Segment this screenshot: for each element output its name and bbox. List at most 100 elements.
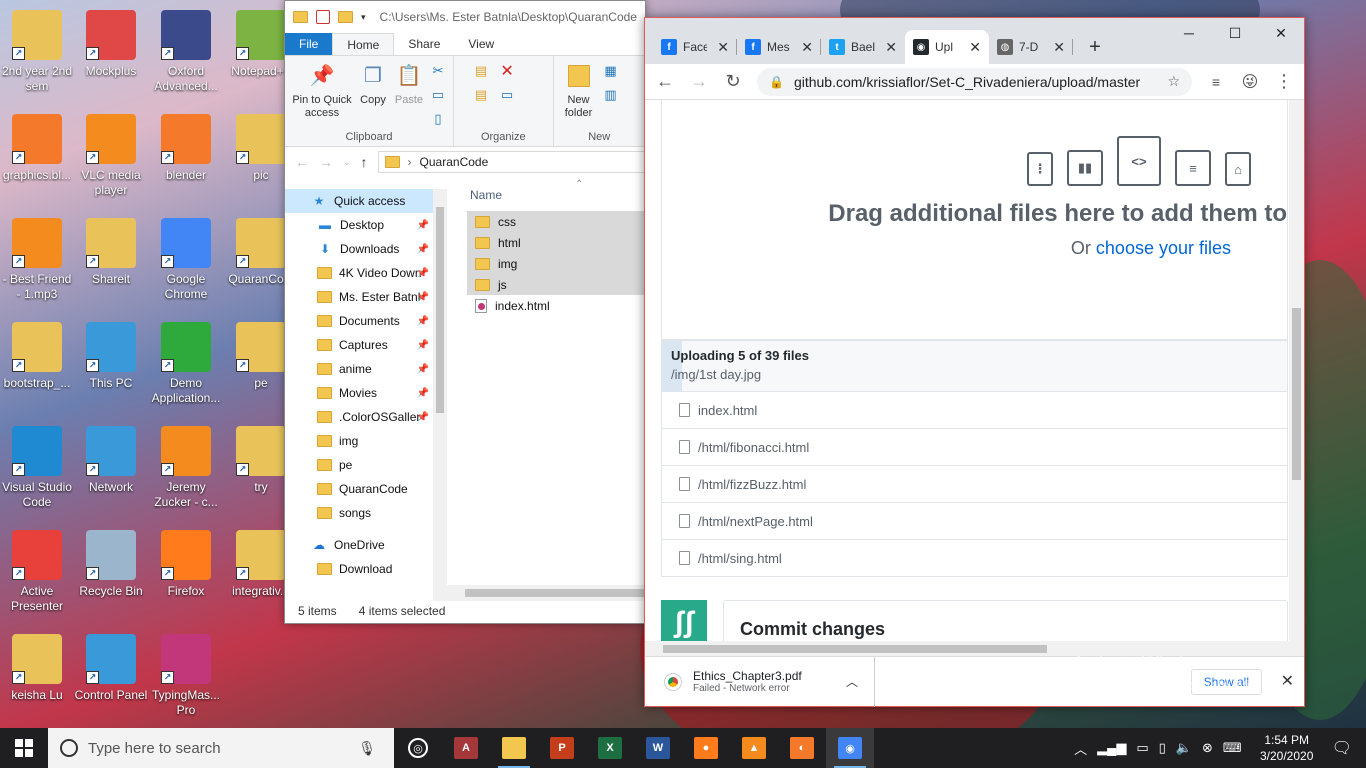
desktop-icon[interactable]: ↗ Control Panel	[74, 630, 148, 730]
taskbar-app[interactable]: ◐	[778, 728, 826, 768]
browser-tab[interactable]: t Bael ✕	[821, 30, 905, 64]
breadcrumb-chevron-icon[interactable]: ›	[408, 155, 412, 169]
qat-dropdown-icon[interactable]: ▾	[361, 12, 366, 23]
desktop-icon[interactable]: ↗ Firefox	[149, 526, 223, 626]
scroll-thumb[interactable]	[663, 645, 1047, 653]
close-tab-icon[interactable]: ✕	[801, 39, 813, 56]
browser-tab[interactable]: f Face ✕	[653, 30, 737, 64]
profile-avatar-icon[interactable]: 😜	[1240, 72, 1260, 92]
tab-file[interactable]: File	[285, 33, 333, 55]
move-to-icon[interactable]: ▤	[470, 62, 492, 80]
chevron-up-icon[interactable]: ︿	[1074, 739, 1087, 758]
status-x-icon[interactable]: ⊗	[1202, 740, 1213, 756]
file-row[interactable]: html	[467, 232, 645, 253]
nav-item[interactable]: ⬇ Downloads 📌	[285, 237, 433, 261]
notifications-icon[interactable]: 🗨	[1332, 738, 1352, 758]
desktop-icon[interactable]: ↗ VLC media player	[74, 110, 148, 210]
browser-tab[interactable]: f Mes ✕	[737, 30, 821, 64]
browser-tab[interactable]: ◉ Upl ✕	[905, 30, 989, 64]
desktop-icon[interactable]: ↗ Visual Studio Code	[0, 422, 74, 522]
network-signal-icon[interactable]: ▂▄▆	[1097, 740, 1126, 756]
desktop-icon[interactable]: ↗ Network	[74, 422, 148, 522]
column-header-name[interactable]: Name ⌃	[447, 179, 645, 211]
file-row[interactable]: css	[467, 211, 645, 232]
desktop-icon[interactable]: ↗ Google Chrome	[149, 214, 223, 314]
taskbar-app[interactable]: W	[634, 728, 682, 768]
nav-scrollbar[interactable]	[433, 189, 447, 601]
desktop-icon[interactable]: ↗ Demo Application...	[149, 318, 223, 418]
battery-saver-icon[interactable]: ▭	[1136, 740, 1148, 756]
desktop-icon[interactable]: ↗ - Best Friend - 1.mp3	[0, 214, 74, 314]
taskbar-app[interactable]: ●	[682, 728, 730, 768]
nav-item[interactable]: ▬ Desktop 📌	[285, 213, 433, 237]
pin-icon[interactable]: 📌	[417, 412, 429, 423]
tab-view[interactable]: View	[454, 33, 508, 55]
easy-access-icon[interactable]: ▥	[600, 86, 622, 104]
desktop-icon[interactable]: ↗ blender	[149, 110, 223, 210]
menu-kebab-icon[interactable]: ⋮	[1274, 71, 1294, 92]
close-tab-icon[interactable]: ✕	[885, 39, 897, 56]
new-folder-quick-icon[interactable]	[338, 11, 353, 23]
breadcrumb-current[interactable]: QuaranCode	[420, 155, 489, 169]
scroll-thumb[interactable]	[465, 589, 645, 597]
forward-arrow-icon[interactable]: →	[689, 71, 709, 92]
desktop-icon[interactable]: ↗ Active Presenter	[0, 526, 74, 626]
desktop-icon[interactable]: ↗ graphics.bl...	[0, 110, 74, 210]
taskbar-app[interactable]	[490, 728, 538, 768]
nav-item[interactable]: anime 📌	[285, 357, 433, 381]
desktop-icon[interactable]: ↗ Shareit	[74, 214, 148, 314]
copy-to-icon[interactable]: ▤	[470, 86, 492, 104]
pin-icon[interactable]: 📌	[417, 220, 429, 231]
forward-arrow-icon[interactable]: →	[319, 154, 333, 170]
media-control-icon[interactable]: ≡	[1206, 74, 1226, 90]
scroll-thumb[interactable]	[1292, 308, 1301, 480]
back-arrow-icon[interactable]: ←	[295, 154, 309, 170]
browser-tab[interactable]: ◍ 7-D ✕	[989, 30, 1073, 64]
input-method-icon[interactable]: ⌨	[1223, 740, 1242, 756]
maximize-icon[interactable]: ☐	[1212, 18, 1258, 48]
close-tab-icon[interactable]: ✕	[1053, 39, 1065, 56]
up-arrow-icon[interactable]: ↑	[361, 154, 368, 170]
choose-files-link[interactable]: choose your files	[1096, 238, 1231, 258]
pin-icon[interactable]: 📌	[417, 244, 429, 255]
nav-item[interactable]: Movies 📌	[285, 381, 433, 405]
nav-item[interactable]: Captures 📌	[285, 333, 433, 357]
desktop-icon[interactable]: ↗ keisha Lu	[0, 630, 74, 730]
scroll-thumb[interactable]	[436, 207, 444, 413]
close-icon[interactable]: ✕	[1258, 18, 1304, 48]
pin-icon[interactable]: 📌	[417, 316, 429, 327]
pin-icon[interactable]: 📌	[417, 268, 429, 279]
page-scrollbar[interactable]	[1289, 100, 1304, 656]
file-row[interactable]: js	[467, 274, 645, 295]
chevron-down-icon[interactable]: ⌄	[343, 157, 351, 168]
clock[interactable]: 1:54 PM 3/20/2020	[1252, 732, 1322, 764]
volume-icon[interactable]: 🔈	[1176, 740, 1192, 756]
properties-icon[interactable]	[316, 10, 330, 24]
tab-share[interactable]: Share	[394, 33, 454, 55]
drop-zone[interactable]: ⋮ ▮▮ <> ≡ ⌂ Drag additional files here t…	[661, 100, 1288, 340]
close-tab-icon[interactable]: ✕	[969, 39, 981, 56]
close-tab-icon[interactable]: ✕	[717, 39, 729, 56]
omnibox[interactable]: 🔒 github.com/krissiaflor/Set-C_Rivadenie…	[757, 67, 1192, 96]
taskbar-search[interactable]: Type here to search 🎙	[48, 728, 394, 768]
start-button[interactable]	[0, 728, 48, 768]
nav-item[interactable]: 4K Video Down 📌	[285, 261, 433, 285]
nav-item[interactable]: img	[285, 429, 433, 453]
lock-icon[interactable]: 🔒	[769, 75, 784, 89]
url-text[interactable]: github.com/krissiaflor/Set-C_Rivadeniera…	[794, 74, 1157, 90]
taskbar-app[interactable]: ▲	[730, 728, 778, 768]
nav-quick-access[interactable]: ★ Quick access	[285, 189, 433, 213]
address-bar[interactable]: › QuaranCode	[377, 151, 645, 173]
desktop-icon[interactable]: ↗ This PC	[74, 318, 148, 418]
nav-item[interactable]: Documents 📌	[285, 309, 433, 333]
nav-onedrive-download[interactable]: Download	[285, 557, 433, 581]
pin-icon[interactable]: 📌	[417, 292, 429, 303]
nav-item[interactable]: QuaranCode	[285, 477, 433, 501]
desktop-icon[interactable]: ↗ Mockplus	[74, 6, 148, 106]
nav-item[interactable]: .ColorOSGaller 📌	[285, 405, 433, 429]
nav-item[interactable]: Ms. Ester Batnl 📌	[285, 285, 433, 309]
reload-icon[interactable]: ↻	[723, 71, 743, 92]
new-item-icon[interactable]: ▦	[600, 62, 622, 80]
taskbar-app[interactable]: A	[442, 728, 490, 768]
download-item[interactable]: Ethics_Chapter3.pdf Failed - Network err…	[645, 656, 875, 707]
